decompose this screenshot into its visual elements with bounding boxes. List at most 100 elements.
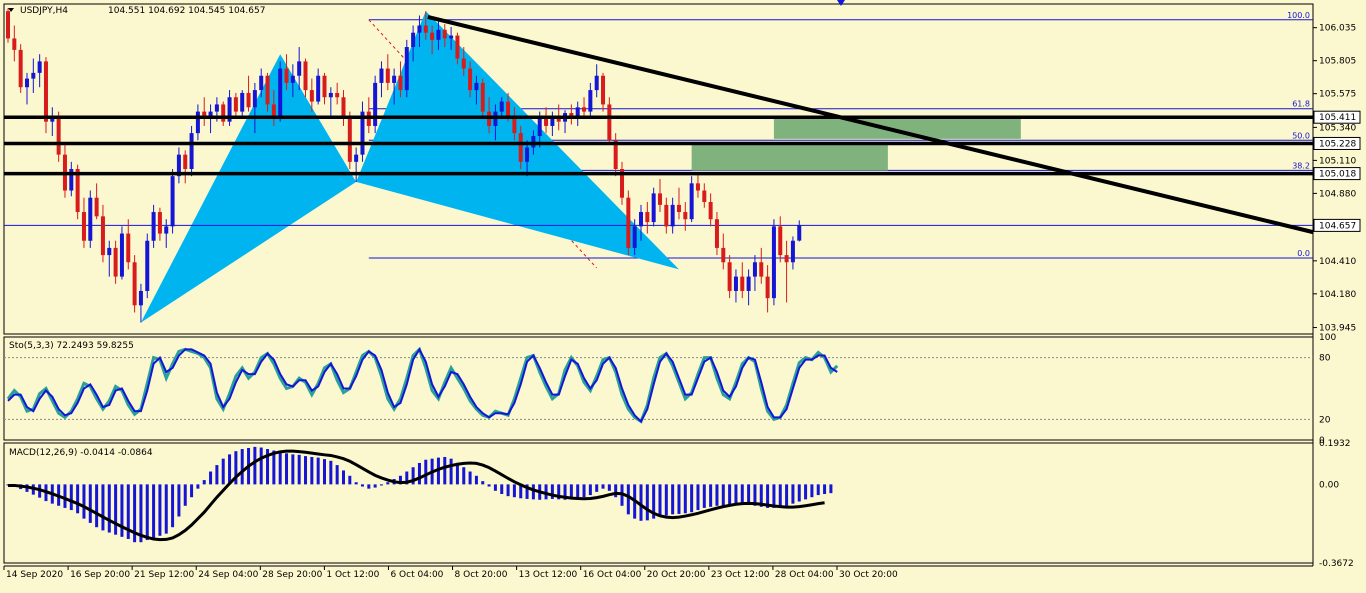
macd-histogram-bar xyxy=(645,484,649,521)
candle-body xyxy=(790,240,795,263)
candle-body xyxy=(740,276,745,291)
candle-body xyxy=(544,118,549,126)
macd-histogram-bar xyxy=(183,484,187,506)
macd-histogram-bar xyxy=(576,484,580,499)
macd-histogram-bar xyxy=(531,484,535,500)
candle-body xyxy=(461,58,466,69)
price-tick-label: 105.805 xyxy=(1319,57,1356,67)
macd-histogram-bar xyxy=(95,484,99,528)
candle-body xyxy=(183,154,188,169)
macd-histogram-bar xyxy=(379,484,383,486)
candle-body xyxy=(322,75,327,98)
macd-tick-label: 0.1932 xyxy=(1319,439,1351,449)
macd-histogram-bar xyxy=(360,484,364,487)
candle-body xyxy=(784,255,789,263)
candle-body xyxy=(601,75,606,105)
candle-body xyxy=(727,262,732,291)
price-tag-label: 104.657 xyxy=(1319,221,1356,231)
candle-body xyxy=(582,107,587,112)
macd-histogram-bar xyxy=(329,460,333,485)
macd-histogram-bar xyxy=(373,484,377,488)
macd-signal-line xyxy=(8,449,825,542)
candle-body xyxy=(733,276,738,291)
macd-histogram-bar xyxy=(417,462,421,485)
candle-body xyxy=(189,133,194,169)
macd-histogram-bar xyxy=(348,475,352,485)
macd-histogram-bar xyxy=(455,462,459,485)
macd-histogram-bar xyxy=(221,458,225,485)
candle-body xyxy=(335,92,340,98)
candle-body xyxy=(797,225,802,241)
candle-body xyxy=(233,97,238,112)
macd-histogram-bar xyxy=(683,484,687,514)
macd-histogram-bar xyxy=(493,484,497,491)
candle-body xyxy=(240,92,245,112)
price-tick-label: 105.340 xyxy=(1319,123,1356,133)
candle-body xyxy=(94,197,99,217)
candle-body xyxy=(138,290,143,306)
candle-body xyxy=(316,75,321,102)
candle-body xyxy=(37,61,42,73)
candle-body xyxy=(221,104,226,122)
macd-histogram-bar xyxy=(702,484,706,508)
time-tick-label: 1 Oct 12:00 xyxy=(326,570,379,580)
macd-histogram-bar xyxy=(82,484,86,519)
candle-body xyxy=(525,147,530,162)
macd-histogram-bar xyxy=(778,484,782,507)
candle-body xyxy=(537,118,542,136)
macd-histogram-bar xyxy=(171,484,175,528)
candle-body xyxy=(392,75,397,83)
macd-histogram-bar xyxy=(228,454,232,485)
price-tag-label: 105.228 xyxy=(1319,139,1356,149)
macd-histogram-bar xyxy=(785,484,789,506)
candle-body xyxy=(689,183,694,220)
candle-body xyxy=(594,75,599,91)
ohlc-readout: 104.551 104.692 104.545 104.657 xyxy=(108,6,265,16)
macd-histogram-bar xyxy=(747,484,751,505)
candle-body xyxy=(170,176,175,227)
candle-body xyxy=(100,216,105,256)
candle-body xyxy=(765,276,770,299)
time-tick-label: 28 Sep 20:00 xyxy=(262,570,322,580)
macd-histogram-bar xyxy=(601,484,605,489)
fib-level-label: 0.0 xyxy=(1297,249,1310,258)
price-tag-label: 105.018 xyxy=(1319,170,1356,180)
candle-body xyxy=(714,219,719,248)
macd-histogram-bar xyxy=(468,471,472,485)
candle-body xyxy=(88,197,93,241)
time-tick-label: 14 Sep 2020 xyxy=(6,570,63,580)
macd-histogram-bar xyxy=(152,484,156,538)
time-tick-label: 16 Oct 04:00 xyxy=(583,570,642,580)
price-tick-label: 104.180 xyxy=(1319,290,1356,300)
macd-histogram-bar xyxy=(190,484,194,498)
candle-body xyxy=(398,75,403,91)
time-tick-label: 20 Oct 20:00 xyxy=(647,570,706,580)
candle-body xyxy=(746,276,751,291)
macd-histogram-bar xyxy=(240,449,244,485)
candle-body xyxy=(151,212,156,241)
macd-histogram-bar xyxy=(449,458,453,485)
candle-body xyxy=(373,82,378,126)
candle-body xyxy=(81,212,86,241)
macd-histogram-bar xyxy=(443,456,447,485)
macd-histogram-bar xyxy=(367,484,371,489)
candle-body xyxy=(107,247,112,256)
candle-body xyxy=(708,202,713,220)
candle-body xyxy=(651,193,656,223)
fib-level-label: 100.0 xyxy=(1287,11,1310,20)
macd-histogram-bar xyxy=(120,484,124,537)
macd-histogram-bar xyxy=(386,482,390,485)
macd-histogram-bar xyxy=(740,484,744,504)
candle-body xyxy=(645,212,650,223)
macd-histogram-bar xyxy=(88,484,92,523)
macd-histogram-bar xyxy=(607,484,611,491)
macd-histogram-bar xyxy=(816,484,820,496)
candle-body xyxy=(474,82,479,91)
candle-body xyxy=(588,90,593,112)
macd-histogram-bar xyxy=(215,465,219,485)
candle-body xyxy=(12,38,17,50)
candle-body xyxy=(347,118,352,162)
candle-body xyxy=(695,183,700,191)
candle-body xyxy=(442,29,447,39)
candle-body xyxy=(417,25,422,33)
